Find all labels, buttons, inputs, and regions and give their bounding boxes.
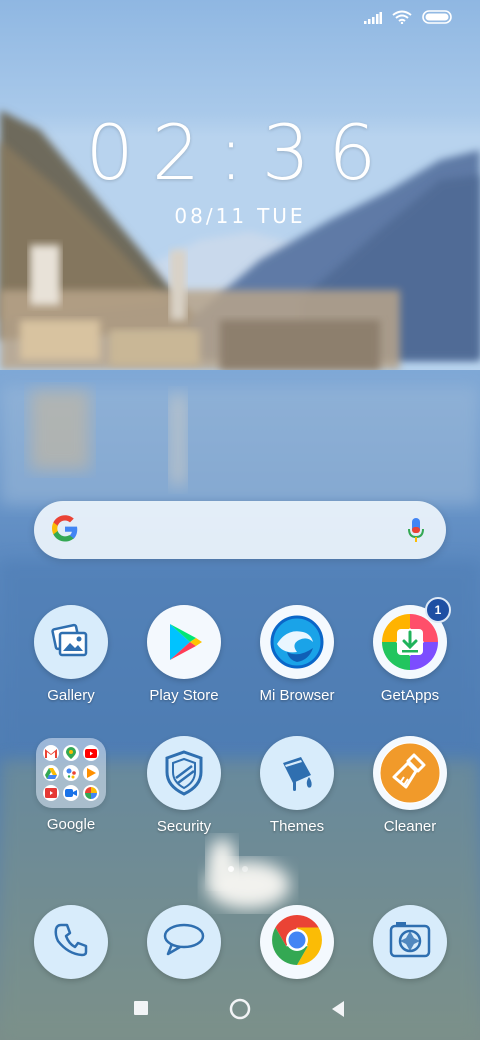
duo-mini-icon [63,785,79,801]
app-google-folder[interactable]: Google [11,738,131,833]
photos-mini-icon [83,785,99,801]
gmail-mini-icon [43,745,59,761]
gallery-icon [34,605,108,679]
weekday-text: TUE [257,204,306,228]
notification-badge: 1 [425,597,451,623]
messaging-icon [162,920,206,965]
clock-time[interactable]: 02:36 [0,108,480,197]
app-label: Cleaner [383,818,437,835]
dock-camera[interactable] [373,905,447,979]
dock-messaging[interactable] [147,905,221,979]
play-movies-mini-icon [43,785,59,801]
youtube-mini-icon [83,745,99,761]
navigation-bar [0,998,480,1028]
app-play-store[interactable]: Play Store [124,605,244,704]
signal-icon [364,11,382,29]
dock-chrome[interactable] [260,905,334,979]
maps-mini-icon [63,745,79,761]
play-music-mini-icon [83,765,99,781]
app-label: Play Store [149,687,219,704]
chrome-icon [270,913,324,972]
cleaner-broom-icon [373,736,447,810]
app-cleaner[interactable]: Cleaner [350,736,470,835]
recent-apps-square-icon[interactable] [133,1000,149,1021]
app-themes[interactable]: Themes [237,736,357,835]
google-g-icon [50,514,80,549]
themes-paint-icon [260,736,334,810]
page-dot-active [228,866,234,872]
app-label: Gallery [47,687,95,704]
mi-browser-icon [260,605,334,679]
security-shield-icon [147,736,221,810]
drive-mini-icon [43,765,59,781]
home-circle-icon[interactable] [229,998,251,1025]
getapps-icon: 1 [373,597,451,679]
app-security[interactable]: Security [124,736,244,835]
app-label: Mi Browser [259,687,335,704]
app-label: Google [46,816,96,833]
google-folder-icon [36,738,106,808]
app-mi-browser[interactable]: Mi Browser [237,605,357,704]
app-getapps[interactable]: 1 GetApps [350,597,470,704]
battery-icon [422,10,454,29]
app-label: GetApps [380,687,440,704]
back-triangle-icon[interactable] [330,1000,346,1023]
play-store-icon [147,605,221,679]
clock-date[interactable]: 08/11 TUE [0,204,480,228]
wifi-icon [392,10,412,29]
page-indicator[interactable] [228,866,248,872]
page-dot [242,866,248,872]
status-bar [364,10,454,29]
app-label: Security [156,818,212,835]
camera-icon [388,920,432,965]
microphone-icon[interactable] [406,516,426,549]
date-text: 08/11 [174,204,248,228]
dock-phone[interactable] [34,905,108,979]
app-label: Themes [269,818,325,835]
google-search-bar[interactable] [34,501,446,559]
assistant-mini-icon [63,765,79,781]
app-gallery[interactable]: Gallery [11,605,131,704]
phone-icon [52,921,90,964]
